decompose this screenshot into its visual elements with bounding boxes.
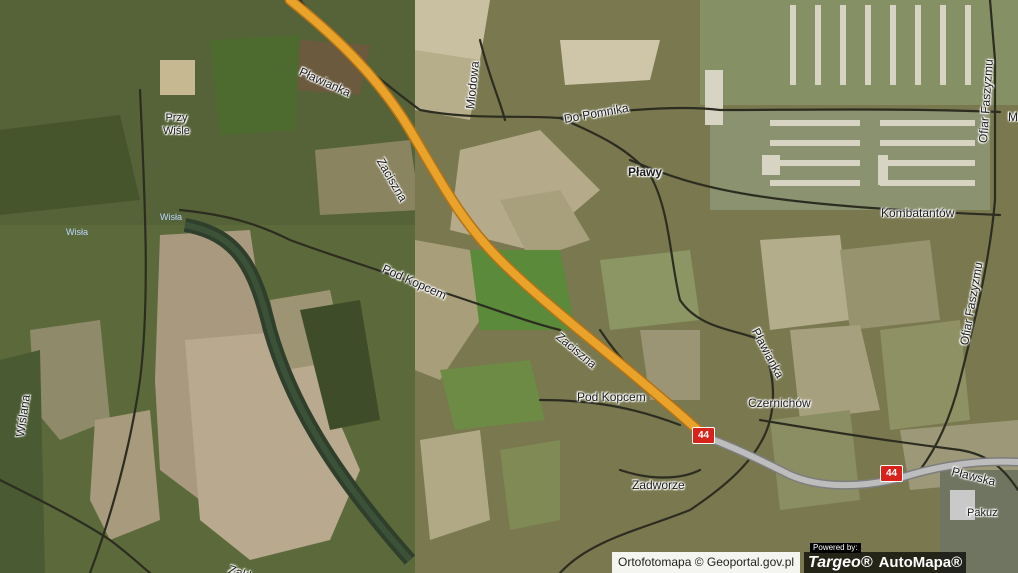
street-label-zadworze: Zadworze	[632, 478, 685, 492]
map-footer: Ortofotomapa © Geoportal.gov.pl Powered …	[612, 543, 1018, 573]
street-label-pod-kopcem-south: Pod Kopcem	[577, 390, 646, 404]
street-label-m-partial: M	[1008, 110, 1018, 124]
powered-by-label: Powered by:	[810, 543, 861, 553]
water-label-wisla: Wisła	[160, 212, 182, 222]
route-shield-44: 44	[692, 427, 715, 444]
locality-label-plawy: Pławy	[628, 165, 663, 179]
locality-label-pakuz: Pakuz	[967, 507, 998, 519]
targeo-logo[interactable]: Targeo®	[808, 553, 873, 573]
locality-label-przy-wisle: Przy Wiśle	[163, 112, 190, 137]
aerial-imagery	[0, 0, 1018, 573]
map-view[interactable]: Pławianka Przy Wiśle Zaciszna Miodowa Do…	[0, 0, 1018, 573]
water-label-wisla-2: Wisła	[66, 227, 88, 237]
street-label-kombatantow: Kombatantów	[881, 206, 955, 220]
route-shield-44-east: 44	[880, 465, 903, 482]
provider-logos[interactable]: Powered by: Targeo® AutoMapa®	[804, 543, 967, 573]
attribution-text[interactable]: Ortofotomapa © Geoportal.gov.pl	[612, 552, 801, 573]
automapa-logo[interactable]: AutoMapa®	[879, 553, 963, 573]
street-label-czernichow: Czernichów	[748, 396, 811, 410]
